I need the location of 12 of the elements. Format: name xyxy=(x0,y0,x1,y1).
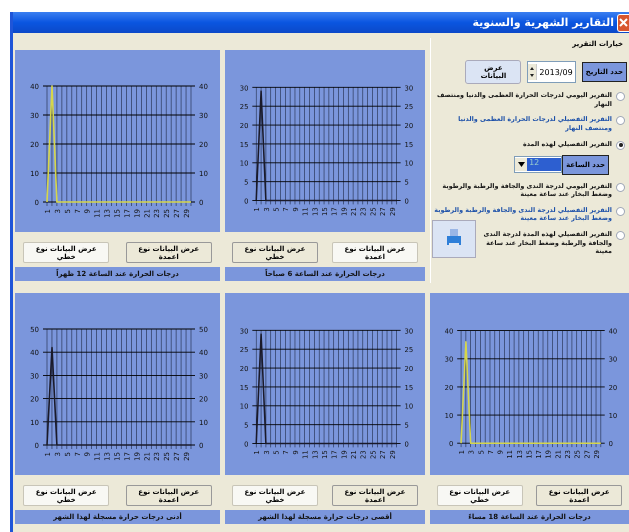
radio-button[interactable] xyxy=(616,182,625,192)
date-field[interactable]: 2013/09 xyxy=(527,61,576,83)
radio-button[interactable] xyxy=(616,92,625,101)
radio-button[interactable] xyxy=(616,231,625,240)
close-button[interactable] xyxy=(617,14,629,32)
radio-button[interactable] xyxy=(616,206,625,216)
radio-button[interactable] xyxy=(616,116,625,126)
dropdown-arrow-icon xyxy=(518,162,525,168)
close-icon xyxy=(619,18,628,27)
radio-button[interactable] xyxy=(616,140,625,150)
window-title: التقارير الشهرية والسنوية xyxy=(472,16,614,29)
print-button[interactable] xyxy=(432,220,476,258)
